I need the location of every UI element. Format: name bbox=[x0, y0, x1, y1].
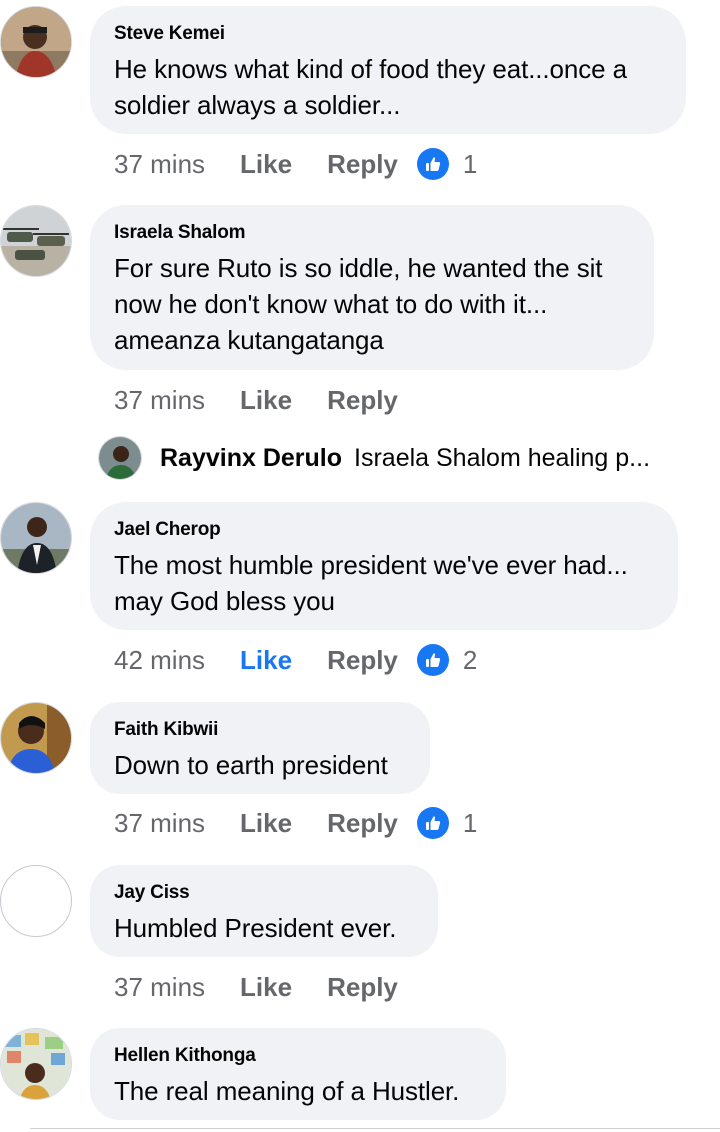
reaction-count: 1 bbox=[462, 807, 478, 838]
reply-author[interactable]: Rayvinx Derulo bbox=[160, 444, 342, 473]
comment-author[interactable]: Faith Kibwii bbox=[114, 719, 404, 741]
comment-bubble: Steve Kemei He knows what kind of food t… bbox=[90, 6, 686, 134]
comment-actions: 37 mins Like Reply bbox=[114, 383, 433, 417]
comment-text: For sure Ruto is so iddle, he wanted the… bbox=[114, 253, 603, 283]
thumbs-up-icon bbox=[416, 644, 449, 676]
comment-text: soldier always a soldier... bbox=[114, 90, 401, 120]
reply-button[interactable]: Reply bbox=[327, 645, 398, 676]
like-button[interactable]: Like bbox=[240, 972, 292, 1003]
comment-text: ameanza kutangatanga bbox=[114, 325, 384, 355]
comment-author[interactable]: Israela Shalom bbox=[114, 222, 628, 244]
comment-actions: 37 mins Like Reply 1 bbox=[114, 147, 477, 181]
comment-text: may God bless you bbox=[114, 586, 335, 616]
comment-bubble: Hellen Kithonga The real meaning of a Hu… bbox=[90, 1028, 506, 1120]
reply-button[interactable]: Reply bbox=[327, 808, 398, 839]
avatar[interactable] bbox=[0, 702, 72, 774]
reply-text: Israela Shalom healing p... bbox=[354, 443, 651, 472]
thumbs-up-icon bbox=[416, 148, 449, 180]
like-button[interactable]: Like bbox=[240, 385, 292, 416]
comment-timestamp[interactable]: 42 mins bbox=[114, 645, 205, 676]
comment-text: now he don't know what to do with it... bbox=[114, 289, 548, 319]
reaction-summary[interactable]: 1 bbox=[416, 148, 478, 180]
comment-bubble: Israela Shalom For sure Ruto is so iddle… bbox=[90, 205, 654, 370]
comment-actions: 37 mins Like Reply 1 bbox=[114, 806, 477, 840]
comment-author[interactable]: Hellen Kithonga bbox=[114, 1045, 480, 1067]
comment-author[interactable]: Steve Kemei bbox=[114, 23, 660, 45]
reaction-summary[interactable]: 1 bbox=[416, 807, 478, 839]
comment-text: The most humble president we've ever had… bbox=[114, 550, 628, 580]
reaction-count: 2 bbox=[462, 644, 478, 675]
like-button[interactable]: Like bbox=[240, 645, 292, 676]
avatar[interactable] bbox=[0, 205, 72, 277]
comment-text: Humbled President ever. bbox=[114, 913, 397, 943]
comment-text: He knows what kind of food they eat...on… bbox=[114, 54, 628, 84]
reaction-summary[interactable]: 2 bbox=[416, 644, 478, 676]
comment-timestamp[interactable]: 37 mins bbox=[114, 808, 205, 839]
like-button[interactable]: Like bbox=[240, 149, 292, 180]
comment-author[interactable]: Jay Ciss bbox=[114, 882, 412, 904]
reply-button[interactable]: Reply bbox=[327, 972, 398, 1003]
avatar[interactable] bbox=[98, 436, 142, 480]
comment-bubble: Jay Ciss Humbled President ever. bbox=[90, 865, 438, 957]
like-button[interactable]: Like bbox=[240, 808, 292, 839]
comment-actions: 42 mins Like Reply 2 bbox=[114, 643, 477, 677]
avatar[interactable] bbox=[0, 865, 72, 937]
thumbs-up-icon bbox=[416, 807, 449, 839]
divider bbox=[30, 1128, 720, 1129]
comment-bubble: Faith Kibwii Down to earth president bbox=[90, 702, 430, 794]
reaction-count: 1 bbox=[462, 148, 478, 179]
comment-author[interactable]: Jael Cherop bbox=[114, 519, 652, 541]
comment-actions: 37 mins Like Reply bbox=[114, 970, 433, 1004]
reply-preview[interactable]: Rayvinx Derulo Israela Shalom healing p.… bbox=[98, 434, 650, 482]
comment-text: Down to earth president bbox=[114, 750, 388, 780]
comment-timestamp[interactable]: 37 mins bbox=[114, 972, 205, 1003]
comment-bubble: Jael Cherop The most humble president we… bbox=[90, 502, 678, 630]
comment-text: The real meaning of a Hustler. bbox=[114, 1076, 460, 1106]
avatar[interactable] bbox=[0, 6, 72, 78]
comment-timestamp[interactable]: 37 mins bbox=[114, 385, 205, 416]
comment-timestamp[interactable]: 37 mins bbox=[114, 149, 205, 180]
avatar[interactable] bbox=[0, 1028, 72, 1100]
reply-button[interactable]: Reply bbox=[327, 149, 398, 180]
reply-button[interactable]: Reply bbox=[327, 385, 398, 416]
avatar[interactable] bbox=[0, 502, 72, 574]
